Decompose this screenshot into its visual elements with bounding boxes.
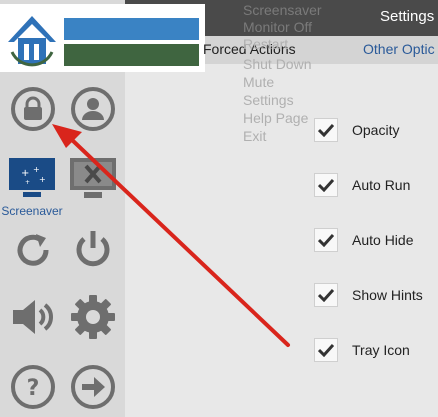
menu-item-settings[interactable]: Settings [243, 92, 294, 108]
power-button[interactable] [68, 224, 118, 274]
logo-mark-icon [6, 12, 58, 67]
checkmark-icon [318, 178, 334, 192]
menu-item-monitor-off[interactable]: Monitor Off [243, 19, 312, 35]
user-icon [71, 87, 115, 131]
auto-hide-checkbox[interactable] [314, 228, 338, 252]
option-auto-run: Auto Run [314, 172, 410, 198]
exit-arrow-icon [71, 365, 115, 409]
logo-bar-green [64, 44, 199, 66]
logo-bar-blue [64, 18, 199, 40]
menu-item-mute[interactable]: Mute [243, 74, 274, 90]
svg-text:?: ? [27, 376, 40, 401]
svg-text:+: + [25, 179, 30, 186]
screensaver-icon: + + + + [9, 158, 55, 197]
auto-hide-label: Auto Hide [352, 232, 414, 248]
option-tray-icon: Tray Icon [314, 337, 410, 363]
restart-button[interactable] [8, 224, 58, 274]
user-button[interactable] [68, 84, 118, 134]
exit-button[interactable] [68, 362, 118, 412]
show-hints-checkbox[interactable] [314, 283, 338, 307]
menu-item-help-page[interactable]: Help Page [243, 110, 308, 126]
menu-item-shut-down[interactable]: Shut Down [243, 56, 311, 72]
screensaver-label: Screenaver [1, 204, 63, 218]
tab-other-options[interactable]: Other Optic [363, 41, 435, 57]
opacity-label: Opacity [352, 122, 400, 138]
checkmark-icon [318, 233, 334, 247]
svg-text:+: + [39, 175, 46, 184]
opacity-checkbox[interactable] [314, 118, 338, 142]
lock-button[interactable] [8, 84, 58, 134]
mute-button[interactable] [8, 292, 58, 342]
help-button[interactable]: ? [8, 362, 58, 412]
menu-item-exit[interactable]: Exit [243, 128, 266, 144]
option-opacity: Opacity [314, 117, 399, 143]
option-show-hints: Show Hints [314, 282, 423, 308]
auto-run-label: Auto Run [352, 177, 411, 193]
monitor-off-button[interactable] [68, 152, 118, 202]
option-auto-hide: Auto Hide [314, 227, 413, 253]
menu-item-screensaver[interactable]: Screensaver [243, 2, 322, 18]
svg-text:+: + [21, 168, 29, 179]
restart-icon [17, 234, 49, 266]
power-icon [76, 231, 110, 267]
speaker-icon [13, 300, 53, 334]
settings-button[interactable] [68, 292, 118, 342]
svg-text:+: + [33, 165, 40, 174]
help-icon: ? [11, 365, 55, 409]
gear-icon [71, 295, 115, 339]
lock-icon [11, 87, 55, 131]
tray-icon-label: Tray Icon [352, 342, 410, 358]
site-logo [0, 4, 205, 72]
tray-icon-checkbox[interactable] [314, 338, 338, 362]
monitor-off-icon [70, 158, 116, 198]
checkmark-icon [318, 343, 334, 357]
checkmark-icon [318, 123, 334, 137]
auto-run-checkbox[interactable] [314, 173, 338, 197]
screensaver-button[interactable]: + + + + [7, 152, 57, 202]
checkmark-icon [318, 288, 334, 302]
show-hints-label: Show Hints [352, 287, 423, 303]
window-title: Settings [380, 8, 435, 25]
menu-item-restart[interactable]: Restart [243, 36, 288, 52]
